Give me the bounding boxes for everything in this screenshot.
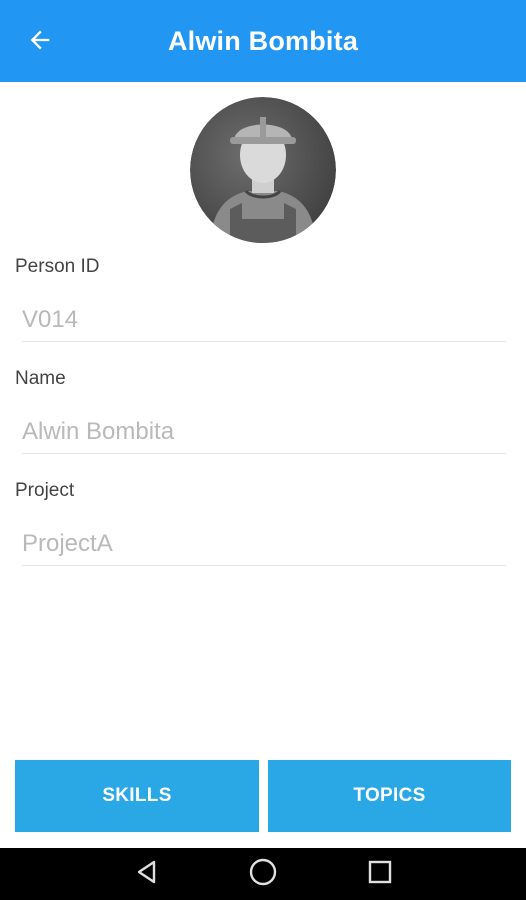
name-field[interactable] [22, 414, 506, 454]
app-bar: Alwin Bombita [0, 0, 526, 82]
worker-avatar-icon [190, 97, 336, 243]
person-id-field[interactable] [22, 302, 506, 342]
square-recents-icon [367, 859, 393, 890]
nav-recents-button[interactable] [350, 848, 410, 900]
skills-button[interactable]: SKILLS [15, 760, 259, 832]
system-nav-bar [0, 848, 526, 900]
topics-button[interactable]: TOPICS [268, 760, 511, 832]
triangle-back-icon [134, 859, 160, 890]
screen: Alwin Bombita Person ID V014 Name Alwin … [0, 0, 526, 900]
person-id-label: Person ID [15, 256, 100, 277]
project-field[interactable] [22, 526, 506, 566]
nav-home-button[interactable] [233, 848, 293, 900]
circle-home-icon [248, 857, 278, 892]
nav-back-button[interactable] [117, 848, 177, 900]
avatar [190, 97, 336, 243]
page-title: Alwin Bombita [167, 25, 359, 56]
project-label: Project [15, 480, 75, 501]
name-label: Name [15, 368, 66, 389]
